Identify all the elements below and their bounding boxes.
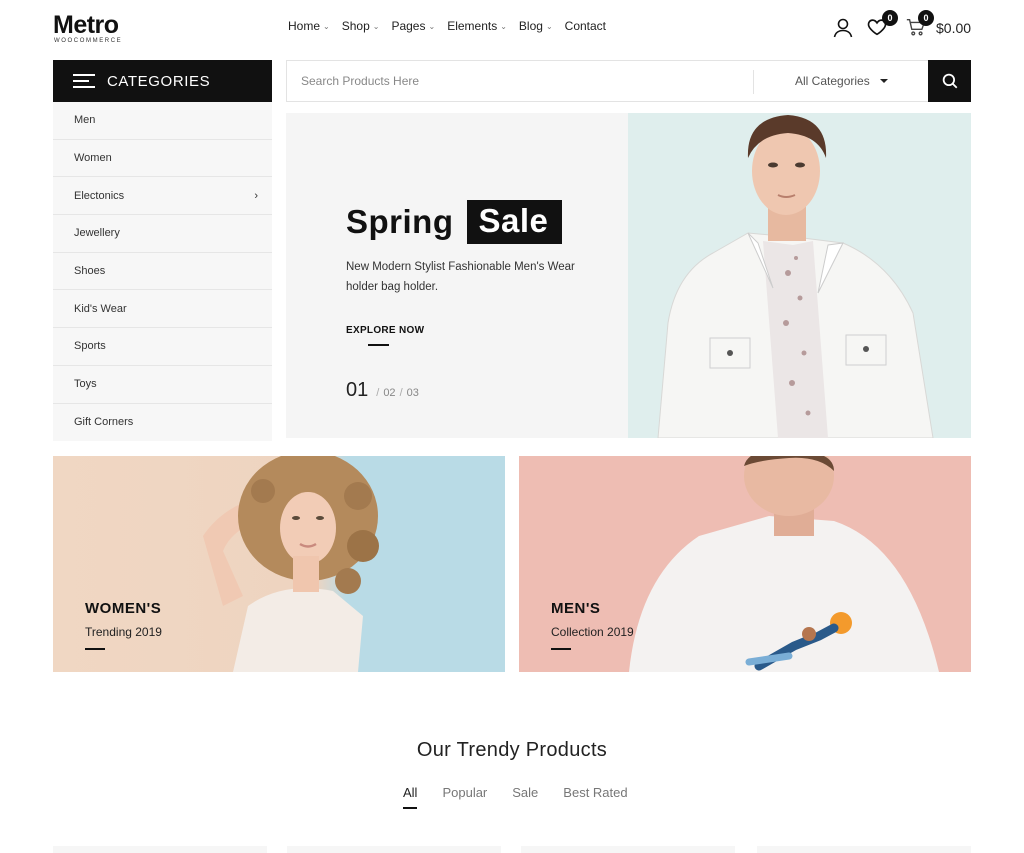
tab-best-rated[interactable]: Best Rated [563, 785, 627, 800]
slide-current[interactable]: 01 [346, 379, 368, 402]
tab-popular[interactable]: Popular [442, 785, 487, 800]
cta-underline [368, 344, 389, 346]
banner-title: WOMEN'S [85, 600, 162, 617]
nav-label: Contact [564, 19, 607, 33]
nav-label: Shop [341, 19, 370, 33]
search-button[interactable] [928, 60, 971, 102]
slide-pager: 01 / 02 / 03 [346, 379, 423, 402]
nav-pages[interactable]: Pages ⌄ [391, 19, 435, 33]
tab-label: Sale [512, 785, 539, 800]
category-label: Men [74, 114, 96, 127]
section-title: Our Trendy Products [416, 739, 608, 761]
active-tab-underline [403, 807, 417, 809]
explore-now-link[interactable]: EXPLORE NOW [346, 325, 424, 336]
category-item-sports[interactable]: Sports [53, 328, 272, 366]
tab-sale[interactable]: Sale [512, 785, 538, 800]
categories-list: Men Women Electonics › Jewellery Shoes Ki… [53, 102, 272, 442]
hero-title-sale: Sale [466, 200, 563, 244]
cart-count-badge: 0 [918, 10, 934, 26]
nav-label: Home [288, 19, 321, 33]
search-icon [942, 73, 957, 89]
tab-all[interactable]: All [403, 785, 418, 809]
category-item-women[interactable]: Women [53, 140, 272, 178]
chevron-down-icon: ⌄ [323, 21, 330, 31]
hero-slider: Spring Sale New Modern Stylist Fashionab… [286, 113, 971, 438]
categories-toggle[interactable]: CATEGORIES [53, 60, 272, 102]
cart-icon[interactable]: 0 [905, 10, 934, 40]
category-label: Kid's Wear [74, 302, 127, 315]
category-item-toys[interactable]: Toys [53, 366, 272, 404]
nav-home[interactable]: Home ⌄ [288, 19, 330, 33]
womens-banner[interactable]: WOMEN'S Trending 2019 [53, 456, 505, 672]
category-label: Gift Corners [74, 416, 134, 429]
hero-title-spring: Spring [346, 203, 454, 240]
banner-underline [551, 648, 571, 650]
logo-wordmark: Metro [53, 11, 119, 39]
logo[interactable]: Metro WOOCOMMERCE [53, 10, 143, 46]
category-item-shoes[interactable]: Shoes [53, 253, 272, 291]
slide-separator: / [399, 387, 403, 399]
banner-underline [85, 648, 105, 650]
banner-subtitle: Collection 2019 [551, 625, 634, 639]
nav-label: Pages [391, 19, 426, 33]
category-label: Shoes [74, 265, 106, 278]
main-nav: Home ⌄ Shop ⌄ Pages ⌄ Elements ⌄ Blog ⌄ Conta… [288, 19, 618, 33]
search-input[interactable] [287, 61, 737, 101]
category-label: Toys [74, 378, 97, 391]
chevron-down-icon: ⌄ [500, 21, 507, 31]
slide-page-2[interactable]: 02 [383, 387, 395, 399]
product-card[interactable] [521, 846, 735, 853]
mens-model-image [629, 456, 939, 672]
search-bar: All Categories [286, 60, 971, 102]
banner-title: MEN'S [551, 600, 601, 617]
hero-model-image [628, 113, 971, 438]
wishlist-count-badge: 0 [882, 10, 898, 26]
product-card[interactable] [53, 846, 267, 853]
chevron-down-icon: ⌄ [545, 21, 553, 31]
category-select[interactable]: All Categories [795, 74, 888, 88]
search-divider [753, 70, 754, 94]
nav-elements[interactable]: Elements ⌄ [447, 19, 507, 33]
cart-total[interactable]: $0.00 [936, 20, 971, 36]
hero-description: New Modern Stylist Fashionable Men's Wea… [346, 261, 575, 293]
slide-separator: / [376, 387, 380, 399]
category-item-gift-corners[interactable]: Gift Corners [53, 404, 272, 442]
hero-title: Spring Sale [346, 200, 563, 244]
tab-label: All [403, 785, 418, 800]
category-label: Electonics [74, 189, 125, 202]
chevron-right-icon: › [254, 189, 258, 202]
logo-subtitle: WOOCOMMERCE [54, 38, 123, 44]
tab-label: Popular [442, 785, 488, 800]
nav-contact[interactable]: Contact [565, 19, 606, 33]
category-label: Jewellery [74, 227, 120, 240]
category-label: Women [74, 152, 112, 165]
nav-label: Elements [447, 19, 498, 33]
category-label: Sports [74, 340, 106, 353]
hamburger-icon [73, 74, 95, 88]
category-item-kids-wear[interactable]: Kid's Wear [53, 290, 272, 329]
category-select-value: All Categories [795, 74, 870, 88]
product-card[interactable] [757, 846, 971, 853]
nav-shop[interactable]: Shop ⌄ [342, 19, 380, 33]
category-item-jewellery[interactable]: Jewellery [53, 215, 272, 253]
product-card[interactable] [287, 846, 501, 853]
nav-blog[interactable]: Blog ⌄ [519, 19, 553, 33]
site-header: Metro WOOCOMMERCE Home ⌄ Shop ⌄ Pages ⌄ Ele… [0, 0, 1024, 56]
heart-icon[interactable]: 0 [866, 10, 898, 40]
mens-banner[interactable]: MEN'S Collection 2019 [519, 456, 971, 672]
user-icon[interactable] [831, 16, 855, 40]
categories-title: CATEGORIES [107, 72, 211, 90]
banner-subtitle: Trending 2019 [85, 625, 162, 639]
category-item-electronics[interactable]: Electonics › [53, 177, 272, 216]
chevron-down-icon: ⌄ [428, 21, 436, 31]
product-tabs: All Popular Sale Best Rated [403, 785, 653, 809]
chevron-down-icon: ⌄ [372, 21, 380, 31]
tab-label: Best Rated [563, 785, 628, 800]
category-item-men[interactable]: Men [53, 102, 272, 140]
womens-model-image [203, 456, 379, 672]
slide-page-3[interactable]: 03 [407, 387, 419, 399]
nav-label: Blog [518, 19, 543, 33]
caret-down-icon [879, 79, 888, 83]
